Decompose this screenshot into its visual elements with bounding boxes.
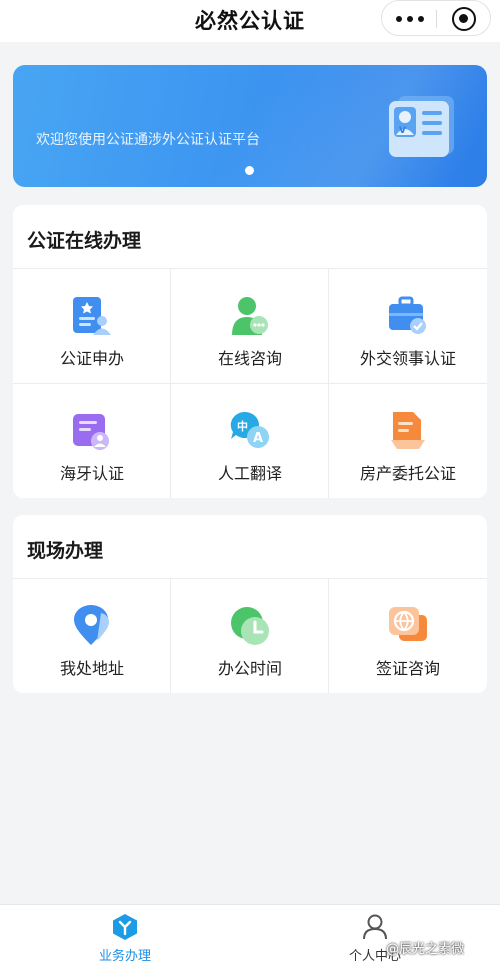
onsite-services-card: 现场办理 我处地址 办公时间 签证咨询 (13, 515, 487, 693)
capsule-divider (436, 10, 437, 28)
house-document-icon (391, 412, 425, 449)
section-title: 公证在线办理 (27, 230, 142, 252)
chat-person-icon (232, 297, 268, 335)
more-icon[interactable] (396, 11, 424, 27)
id-card-icon: V (389, 96, 454, 157)
service-label: 签证咨询 (375, 659, 440, 678)
service-label: 人工翻译 (217, 464, 282, 483)
translate-icon: 中 A (230, 411, 269, 448)
clock-icon (231, 607, 269, 645)
svg-text:A: A (253, 431, 263, 446)
top-nav-bar: 必然公认证 (0, 0, 500, 42)
svg-text:V: V (399, 126, 406, 136)
tab-business[interactable]: 业务办理 (0, 905, 250, 966)
svg-text:中: 中 (237, 419, 248, 433)
mini-program-capsule (381, 0, 491, 36)
service-online-consult[interactable]: 在线咨询 (171, 269, 329, 383)
service-label: 在线咨询 (217, 349, 282, 368)
service-label: 公证申办 (59, 349, 124, 368)
service-notary-apply[interactable]: 公证申办 (13, 269, 171, 383)
onsite-visa-consult[interactable]: 签证咨询 (329, 579, 487, 693)
service-property-proxy[interactable]: 房产委托公证 (329, 384, 487, 498)
user-icon (363, 914, 387, 940)
online-services-card: 公证在线办理 公证申办 在线咨询 外交领事认证 海牙认证 中 A 人工翻译 房产… (13, 205, 487, 498)
carousel-indicator-dot (245, 166, 254, 175)
service-label: 外交领事认证 (359, 349, 456, 368)
close-target-icon[interactable] (452, 7, 476, 31)
service-human-translation[interactable]: 中 A 人工翻译 (171, 384, 329, 498)
document-avatar-icon (73, 414, 109, 450)
service-label: 海牙认证 (59, 464, 124, 483)
welcome-banner[interactable]: 欢迎您使用公证通涉外公证认证平台 V (13, 65, 487, 187)
service-label: 办公时间 (217, 659, 282, 678)
service-label: 房产委托公证 (359, 464, 456, 483)
service-label: 我处地址 (59, 659, 124, 678)
briefcase-check-icon (389, 296, 426, 334)
globe-chat-icon (389, 607, 427, 641)
business-cube-icon (113, 914, 137, 940)
watermark-text: @辰光之素微 (386, 942, 465, 957)
section-title: 现场办理 (27, 540, 104, 562)
location-pin-icon (74, 605, 110, 645)
onsite-address[interactable]: 我处地址 (13, 579, 171, 693)
document-person-icon (73, 297, 111, 335)
service-hague-apostille[interactable]: 海牙认证 (13, 384, 171, 498)
tab-label: 业务办理 (98, 949, 151, 964)
banner-text: 欢迎您使用公证通涉外公证认证平台 (36, 132, 260, 148)
onsite-office-hours[interactable]: 办公时间 (171, 579, 329, 693)
service-consular-auth[interactable]: 外交领事认证 (329, 269, 487, 383)
